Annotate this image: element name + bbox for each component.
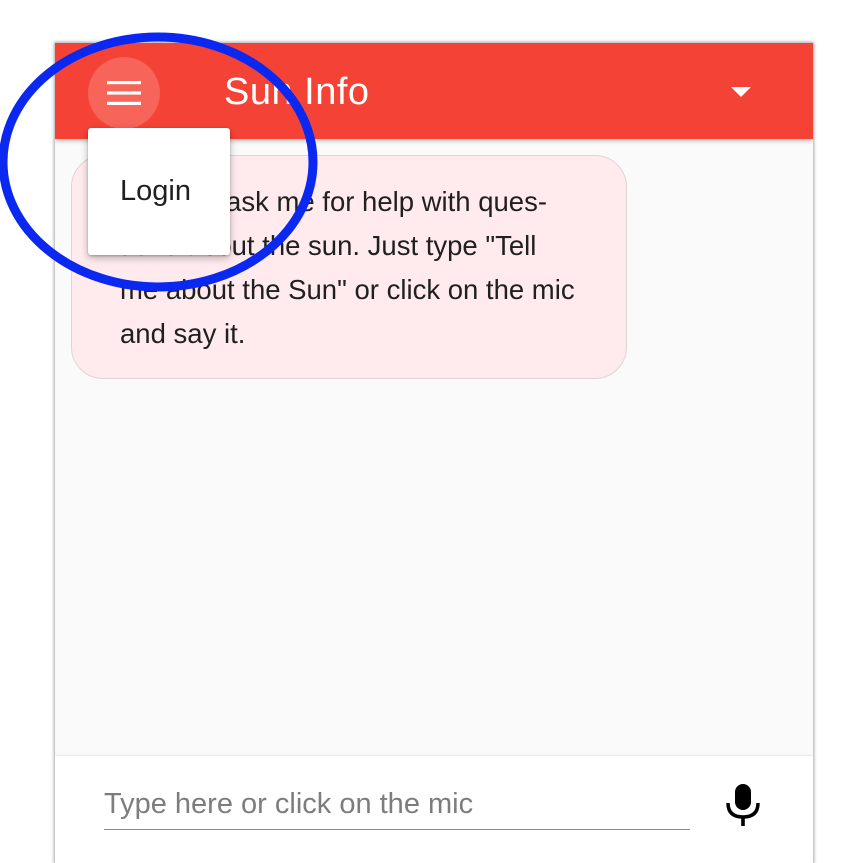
app-bar: Sun Info: [55, 43, 813, 139]
menu-button[interactable]: [88, 57, 160, 129]
app-title: Sun Info: [224, 71, 370, 113]
menu-dropdown: Login: [88, 128, 230, 255]
overflow-menu-button[interactable]: [723, 77, 759, 107]
input-bar: [55, 756, 813, 863]
menu-item-login[interactable]: Login: [88, 168, 230, 214]
caret-down-icon: [731, 87, 751, 97]
mic-button[interactable]: [717, 778, 769, 832]
app-window: Sun Info You can ask me for help with qu…: [55, 43, 813, 863]
microphone-icon: [726, 784, 760, 826]
hamburger-menu-icon: [107, 81, 141, 105]
message-input[interactable]: [104, 780, 690, 830]
